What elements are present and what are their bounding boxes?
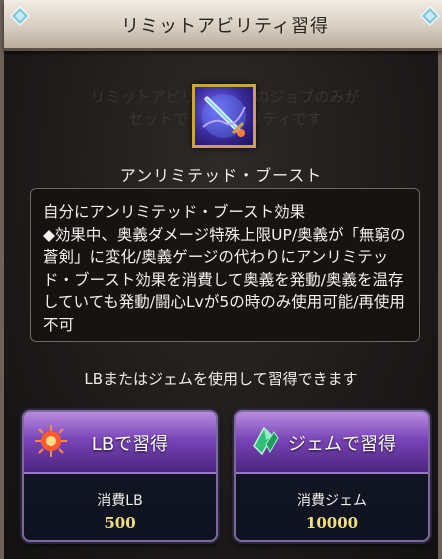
- learn-with-lb-button[interactable]: LBで習得 消費LB 500: [22, 410, 218, 542]
- learn-with-gem-button[interactable]: ジェムで習得 消費ジェム 10000: [234, 410, 430, 542]
- lb-button-label: LBで習得: [91, 434, 169, 455]
- limit-ability-dialog: リミットアビリティ習得 リミットアビリティはこのジョブのみが セットできるアビリ…: [0, 0, 442, 559]
- learn-instruction: LBまたはジェムを使用して習得できます: [84, 370, 358, 388]
- lb-button-header: LBで習得: [24, 412, 216, 474]
- corner-gem-icon: [420, 6, 440, 26]
- skill-name: アンリミテッド・ブースト: [119, 166, 323, 185]
- lb-cost-value: 500: [104, 514, 136, 532]
- gem-button-label: ジェムで習得: [288, 434, 396, 455]
- skill-description-box: 自分にアンリミテッド・ブースト効果 ◆効果中、奥義ダメージ特殊上限UP/奥義が「…: [30, 188, 420, 342]
- gem-cost-value: 10000: [305, 514, 359, 532]
- lb-cost-label: 消費LB: [97, 493, 143, 509]
- dialog-title: リミットアビリティ習得: [121, 16, 329, 37]
- gem-button-header: ジェムで習得: [236, 412, 428, 474]
- sword-burst-icon: [192, 84, 256, 148]
- skill-description: 自分にアンリミテッド・ブースト効果 ◆効果中、奥義ダメージ特殊上限UP/奥義が「…: [43, 203, 406, 334]
- gem-cost-label: 消費ジェム: [297, 493, 367, 509]
- dialog-title-bar: リミットアビリティ習得: [4, 0, 442, 51]
